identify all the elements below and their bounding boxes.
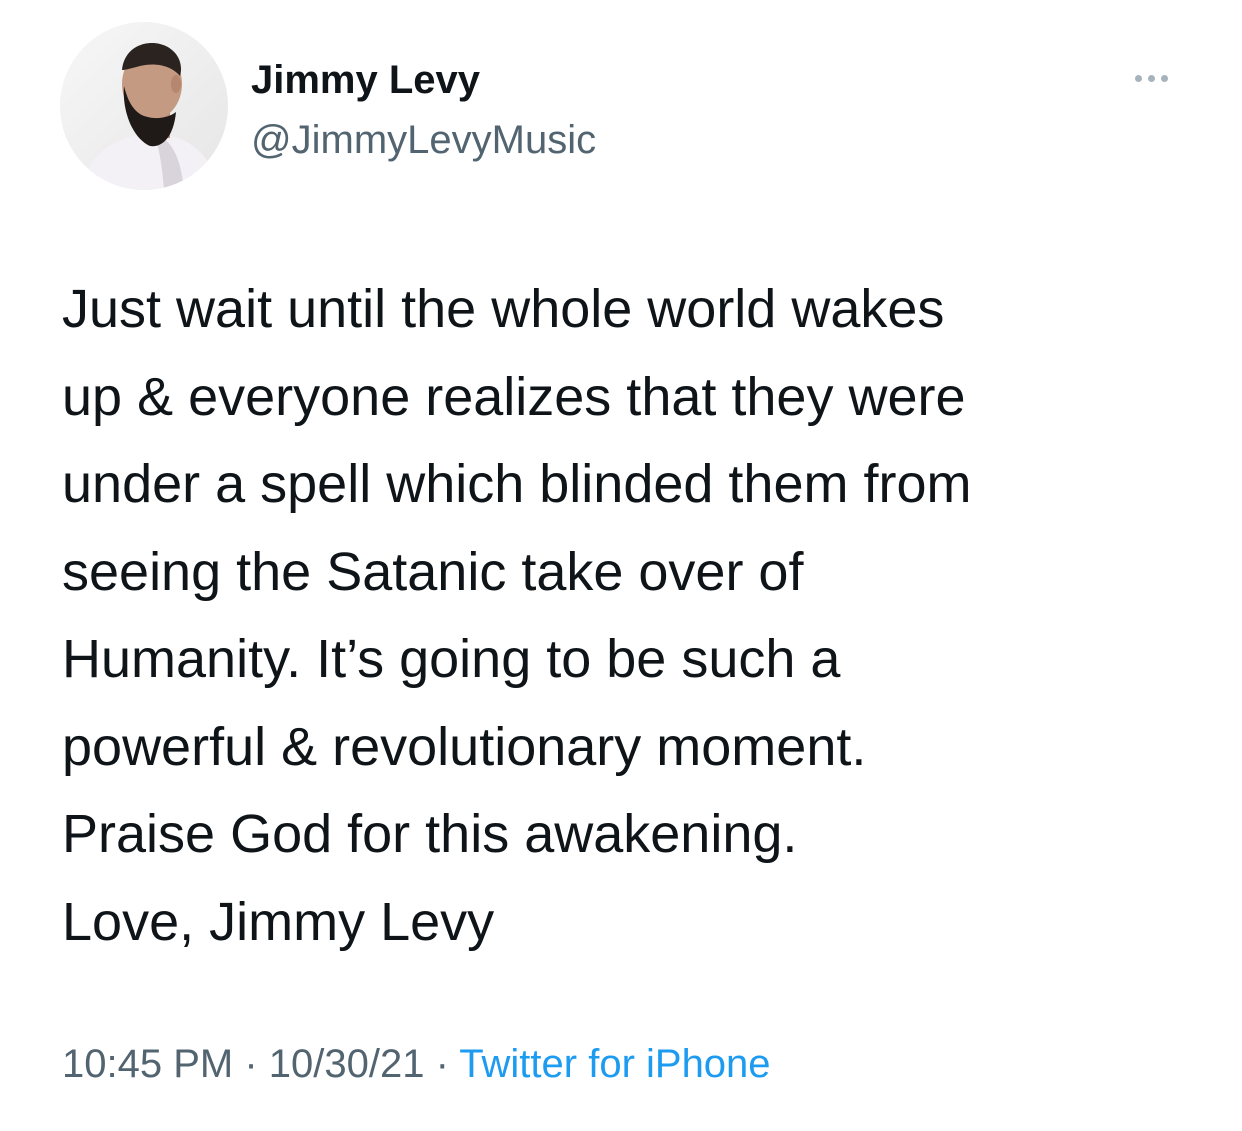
tweet-text-line: Love, Jimmy Levy (62, 891, 495, 952)
tweet-date[interactable]: 10/30/21 (269, 1042, 425, 1086)
tweet-text-line: under a spell which blinded them from (62, 454, 972, 514)
separator: · (424, 1042, 460, 1086)
tweet-source-link[interactable]: Twitter for iPhone (459, 1042, 770, 1086)
tweet-time[interactable]: 10:45 PM (62, 1042, 233, 1086)
more-horizontal-icon (1160, 74, 1168, 82)
tweet-metadata: 10:45 PM · 10/30/21 · Twitter for iPhone (62, 1036, 771, 1092)
author-name[interactable]: Jimmy Levy (251, 56, 480, 104)
tweet-text-line: Praise God for this awakening. (62, 804, 798, 864)
tweet-text-line: seeing the Satanic take over of (62, 541, 804, 602)
tweet-text-line: Humanity. It’s going to be such a (62, 629, 841, 689)
tweet-text-line: up & everyone realizes that they were (62, 366, 966, 427)
tweet-card: Jimmy Levy @JimmyLevyMusic Just wait unt… (0, 0, 1242, 1131)
profile-photo-icon (60, 22, 228, 190)
avatar[interactable] (60, 22, 228, 190)
more-options-button[interactable] (1118, 64, 1184, 92)
separator: · (233, 1042, 269, 1086)
more-horizontal-icon (1134, 74, 1142, 82)
tweet-text-line: powerful & revolutionary moment. (62, 716, 867, 777)
more-horizontal-icon (1147, 74, 1155, 82)
tweet-text-line: Just wait until the whole world wakes (62, 279, 945, 339)
author-handle[interactable]: @JimmyLevyMusic (251, 116, 596, 164)
tweet-text: Just wait until the whole world wakes up… (62, 266, 1212, 966)
